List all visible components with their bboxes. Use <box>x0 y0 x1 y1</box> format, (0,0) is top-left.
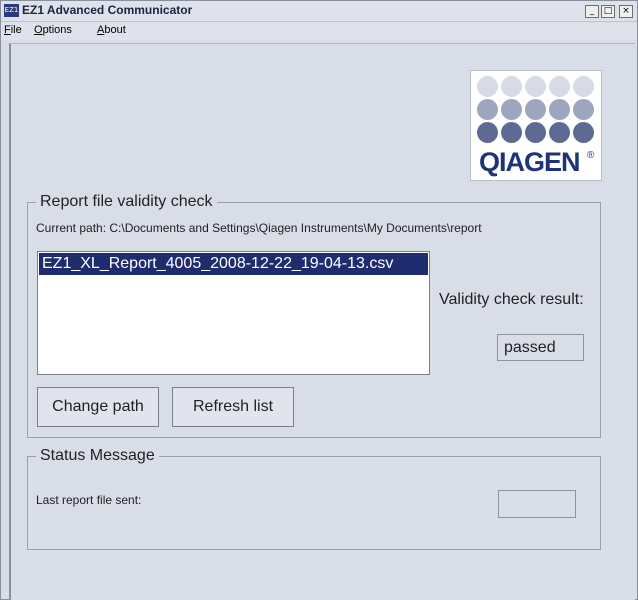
current-path-label: Current path: C:\Documents and Settings\… <box>36 221 482 235</box>
window-title: EZ1 Advanced Communicator <box>22 3 193 17</box>
app-window: EZ1 EZ1 Advanced Communicator _ □ × File… <box>0 0 638 600</box>
maximize-button[interactable]: □ <box>601 5 615 18</box>
menu-options[interactable]: Options <box>34 24 72 36</box>
logo-dot <box>525 76 546 97</box>
last-report-sent-field <box>498 490 576 518</box>
logo-dot <box>549 122 570 143</box>
logo-wordmark: QIAGEN <box>479 147 581 177</box>
menu-file[interactable]: File <box>4 24 22 36</box>
logo-dot <box>501 76 522 97</box>
logo-dot <box>525 122 546 143</box>
logo-dot <box>549 76 570 97</box>
logo-dot <box>477 99 498 120</box>
validity-result-label: Validity check result: <box>439 291 584 308</box>
logo-dot <box>573 99 594 120</box>
menu-options-accel: O <box>34 24 43 36</box>
logo-dot <box>477 76 498 97</box>
report-file-list[interactable]: EZ1_XL_Report_4005_2008-12-22_19-04-13.c… <box>37 251 430 375</box>
menu-about[interactable]: About <box>97 24 126 36</box>
logo-dot <box>477 122 498 143</box>
logo-dot <box>501 122 522 143</box>
refresh-list-button[interactable]: Refresh list <box>172 387 294 427</box>
close-button[interactable]: × <box>619 5 633 18</box>
minimize-button[interactable]: _ <box>585 5 599 18</box>
menu-file-accel: F <box>4 24 11 36</box>
title-bar[interactable]: EZ1 EZ1 Advanced Communicator _ □ × <box>1 1 637 22</box>
menu-file-label: ile <box>10 24 22 36</box>
menu-about-label: bout <box>104 24 126 36</box>
logo-dot <box>525 99 546 120</box>
app-icon[interactable]: EZ1 <box>4 4 19 17</box>
logo-dot <box>501 99 522 120</box>
menu-options-label: ptions <box>42 24 72 36</box>
menu-bar: File Options About <box>1 22 637 40</box>
last-report-sent-label: Last report file sent: <box>36 493 142 507</box>
validity-result-field: passed <box>497 334 584 361</box>
qiagen-logo: QIAGEN ® <box>470 70 602 181</box>
logo-dot <box>549 99 570 120</box>
logo-dot <box>573 76 594 97</box>
change-path-button[interactable]: Change path <box>37 387 159 427</box>
list-item[interactable]: EZ1_XL_Report_4005_2008-12-22_19-04-13.c… <box>39 253 428 275</box>
status-title: Status Message <box>36 447 159 465</box>
logo-dot <box>573 122 594 143</box>
logo-registered-mark: ® <box>587 150 595 161</box>
report-check-title: Report file validity check <box>36 193 217 211</box>
